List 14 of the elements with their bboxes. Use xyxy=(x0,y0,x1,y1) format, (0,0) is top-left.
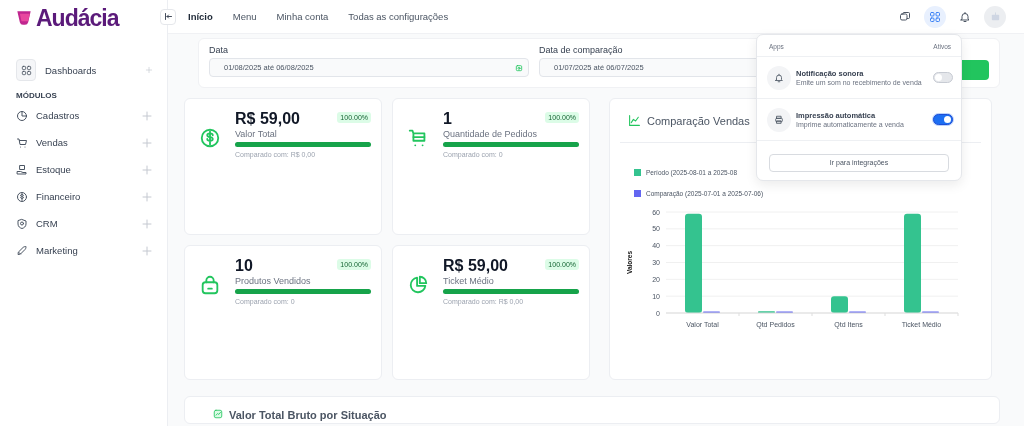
field-label: Data xyxy=(209,45,228,55)
kpi-label: Quantidade de Pedidos xyxy=(443,129,539,139)
kpi-value: 10 xyxy=(235,256,253,276)
kpi-label: Valor Total xyxy=(235,129,278,139)
chart-title: Valor Total Bruto por Situação xyxy=(229,409,387,421)
kpi-label: Produtos Vendidos xyxy=(235,276,312,286)
kpi-value: R$ 59,00 xyxy=(235,109,300,129)
kpi-label: Ticket Médio xyxy=(443,276,495,286)
section-heading: MÓDULOS xyxy=(16,91,58,100)
kpi-value: 1 xyxy=(443,109,452,129)
kpi-value: R$ 59,00 xyxy=(443,256,508,276)
logo-text: Audácia xyxy=(36,6,119,30)
chart-title: Comparação Vendas xyxy=(647,114,750,127)
field-label: Data de comparação xyxy=(539,45,623,55)
